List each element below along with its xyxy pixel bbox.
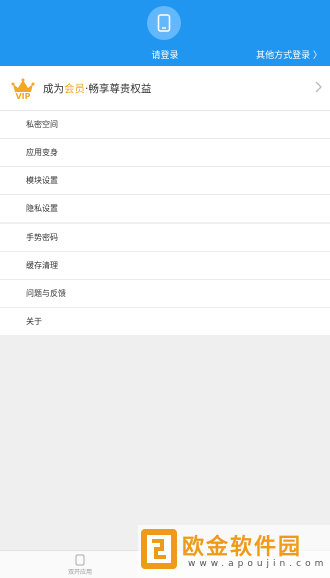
menu-item-gesture-password[interactable]: 手势密码 <box>0 224 330 252</box>
menu-item-label: 模块设置 <box>26 176 58 185</box>
menu-group-2: 手势密码 缓存清理 问题与反馈 关于 <box>0 224 330 335</box>
login-avatar[interactable] <box>147 6 181 40</box>
vip-text-highlight: 会员 <box>64 83 85 95</box>
watermark: 欧金软件园 www.apoujin.com <box>138 525 330 577</box>
menu-item-label: 隐私设置 <box>26 204 58 213</box>
vip-text-prefix: 成为 <box>43 83 64 95</box>
other-login-link[interactable]: 其他方式登录 〉 <box>256 48 322 61</box>
menu-group-1: 私密空间 应用变身 模块设置 隐私设置 <box>0 111 330 222</box>
menu-item-label: 缓存清理 <box>26 261 58 270</box>
menu-item-label: 问题与反馈 <box>26 289 66 298</box>
menu-item-label: 手势密码 <box>26 233 58 242</box>
chevron-right-icon <box>315 81 322 93</box>
menu-item-module-settings[interactable]: 模块设置 <box>0 167 330 195</box>
menu-item-label: 关于 <box>26 317 42 326</box>
menu-item-label: 应用变身 <box>26 148 58 157</box>
svg-text:VIP: VIP <box>15 92 30 100</box>
menu-item-about[interactable]: 关于 <box>0 308 330 335</box>
tab-dual-apps[interactable]: 双开应用 <box>60 567 100 576</box>
menu-item-app-disguise[interactable]: 应用变身 <box>0 139 330 167</box>
menu-item-privacy-settings[interactable]: 隐私设置 <box>0 195 330 222</box>
header-bar: 请登录 其他方式登录 〉 <box>0 0 330 66</box>
menu-item-clear-cache[interactable]: 缓存清理 <box>0 252 330 280</box>
watermark-logo-icon <box>141 529 177 569</box>
vip-text-suffix: ·畅享尊贵权益 <box>85 83 152 95</box>
vip-text: 成为会员·畅享尊贵权益 <box>43 81 151 96</box>
app-icon[interactable] <box>74 554 86 566</box>
menu-item-feedback[interactable]: 问题与反馈 <box>0 280 330 308</box>
menu-item-private-space[interactable]: 私密空间 <box>0 111 330 139</box>
watermark-url: www.apoujin.com <box>188 559 328 569</box>
menu-item-label: 私密空间 <box>26 120 58 129</box>
vip-banner[interactable]: VIP 成为会员·畅享尊贵权益 <box>0 66 330 111</box>
phone-icon <box>157 14 171 32</box>
watermark-title: 欧金软件园 <box>182 535 303 560</box>
vip-crown-icon: VIP <box>11 78 35 100</box>
